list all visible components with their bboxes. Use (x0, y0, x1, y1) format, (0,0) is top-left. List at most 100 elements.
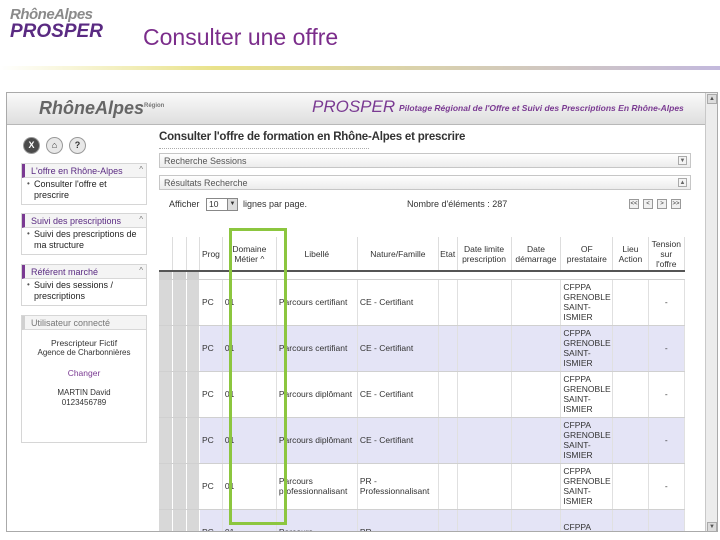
sidebar-title-user: Utilisateur connecté (22, 316, 146, 330)
col-prog[interactable]: Prog (199, 237, 223, 272)
user-role: Prescripteur Fictif (50, 338, 118, 348)
sidebar-item-suivi-sessions[interactable]: Suivi des sessions / prescriptions (22, 279, 146, 303)
row-selector[interactable] (159, 463, 173, 510)
help-button[interactable]: ? (69, 137, 86, 154)
sort-icon[interactable]: ^ (260, 254, 264, 264)
chevron-down-icon[interactable]: ▼ (678, 156, 687, 165)
row-selector[interactable] (159, 325, 173, 372)
chevron-up-icon[interactable]: ▲ (678, 178, 687, 187)
cell-etat (438, 279, 458, 326)
first-page-button[interactable]: << (629, 199, 639, 209)
next-page-button[interactable]: > (657, 199, 667, 209)
col-lieu[interactable]: Lieu Action (612, 237, 649, 272)
cell-nature: CE - Certifiant (357, 417, 439, 464)
table-row[interactable]: PC 01 Parcours PR CFPPA GRENOBLE (159, 509, 686, 531)
row-selector[interactable] (186, 371, 200, 418)
change-user-link[interactable]: Changer (22, 368, 146, 378)
col-tension[interactable]: Tension sur l'offre (648, 237, 686, 272)
page-size-select[interactable]: 10 ▼ (206, 198, 238, 211)
col-domaine[interactable]: Domaine Métier ^ (222, 237, 277, 272)
col-select (186, 237, 200, 272)
table-row[interactable]: PC 01 Parcours diplômant CE - Certifiant… (159, 371, 686, 418)
cell-etat (438, 509, 458, 531)
row-selector[interactable] (186, 509, 200, 531)
cell-etat (438, 463, 458, 510)
slide-title: Consulter une offre (143, 24, 339, 50)
cell-tension: - (648, 279, 686, 326)
vertical-scrollbar[interactable]: ▲ ▼ (705, 93, 717, 531)
page-size-value: 10 (209, 199, 219, 209)
sidebar-item-consulter[interactable]: Consulter l'offre et prescrire (22, 178, 146, 202)
col-etat[interactable]: Etat (438, 237, 458, 272)
cell-libelle[interactable]: Parcours diplômant (276, 417, 358, 464)
home-button[interactable]: ⌂ (46, 137, 63, 154)
row-selector[interactable] (172, 509, 187, 531)
collapse-icon[interactable]: ^ (139, 266, 143, 275)
col-of[interactable]: OF prestataire (560, 237, 614, 272)
scroll-up-icon[interactable]: ▲ (707, 94, 717, 104)
cell-libelle[interactable]: Parcours certifiant (276, 279, 358, 326)
cell-domaine: 01 (222, 463, 277, 510)
row-selector[interactable] (186, 325, 200, 372)
last-page-button[interactable]: >> (671, 199, 681, 209)
cell-tension: - (648, 371, 686, 418)
cell-nature: PR - Professionnalisant (357, 463, 439, 510)
app-window: RhôneAlpesRégion PROSPER Pilotage Région… (6, 92, 718, 532)
row-selector[interactable] (172, 371, 187, 418)
row-selector[interactable] (159, 509, 173, 531)
header-divider (0, 66, 720, 70)
row-selector[interactable] (159, 279, 173, 326)
search-results-bar[interactable]: Résultats Recherche ▲ (159, 175, 691, 190)
user-phone: 0123456789 (61, 398, 107, 407)
cell-libelle[interactable]: Parcours certifiant (276, 325, 358, 372)
cell-domaine: 01 (222, 509, 277, 531)
table-row[interactable]: PC 01 Parcours certifiant CE - Certifian… (159, 325, 686, 372)
user-agency: Agence de Charbonnières (37, 348, 131, 357)
table-row[interactable]: PC 01 Parcours diplômant CE - Certifiant… (159, 417, 686, 464)
sidebar-title-referent-label: Référent marché (31, 267, 99, 277)
row-selector[interactable] (172, 279, 187, 326)
cell-date-demarrage (511, 463, 562, 510)
row-selector[interactable] (172, 325, 187, 372)
cell-date-demarrage (511, 417, 562, 464)
row-selector[interactable] (186, 279, 200, 326)
collapse-icon[interactable]: ^ (139, 215, 143, 224)
show-label: Afficher (169, 199, 200, 209)
cell-libelle[interactable]: Parcours diplômant (276, 371, 358, 418)
sidebar-title-offre[interactable]: L'offre en Rhône-Alpes ^ (22, 164, 146, 178)
table-row[interactable]: PC 01 Parcours certifiant CE - Certifian… (159, 279, 686, 326)
close-button[interactable]: X (23, 137, 40, 154)
search-results-label: Résultats Recherche (164, 178, 248, 188)
col-date-limite[interactable]: Date limite prescription (457, 237, 512, 272)
search-sessions-bar[interactable]: Recherche Sessions ▼ (159, 153, 691, 168)
sidebar-item-suivi-structure[interactable]: Suivi des prescriptions de ma structure (22, 228, 146, 252)
slide-logo-product: PROSPER (10, 21, 103, 42)
col-date-demarrage[interactable]: Date démarrage (511, 237, 562, 272)
sidebar-title-referent[interactable]: Référent marché ^ (22, 265, 146, 279)
collapse-icon[interactable]: ^ (139, 165, 143, 174)
cell-libelle[interactable]: Parcours professionnalisant (276, 463, 358, 510)
col-libelle[interactable]: Libellé (276, 237, 358, 272)
cell-libelle[interactable]: Parcours (276, 509, 358, 531)
cell-date-demarrage (511, 371, 562, 418)
title-underline (159, 144, 369, 149)
col-nature[interactable]: Nature/Famille (357, 237, 439, 272)
cell-tension: - (648, 463, 686, 510)
sidebar-title-suivi[interactable]: Suivi des prescriptions ^ (22, 214, 146, 228)
row-selector[interactable] (172, 463, 187, 510)
prev-page-button[interactable]: < (643, 199, 653, 209)
cell-date-demarrage (511, 325, 562, 372)
table-row[interactable]: PC 01 Parcours professionnalisant PR - P… (159, 463, 686, 510)
sidebar-panel-offre: L'offre en Rhône-Alpes ^ Consulter l'offr… (21, 163, 147, 205)
cell-date-limite (457, 279, 512, 326)
row-selector[interactable] (186, 463, 200, 510)
dropdown-arrow-icon[interactable]: ▼ (227, 199, 237, 210)
cell-etat (438, 417, 458, 464)
scroll-down-icon[interactable]: ▼ (707, 522, 717, 531)
sidebar-title-offre-label: L'offre en Rhône-Alpes (31, 166, 123, 176)
row-selector[interactable] (172, 417, 187, 464)
cell-date-limite (457, 509, 512, 531)
row-selector[interactable] (159, 371, 173, 418)
row-selector[interactable] (186, 417, 200, 464)
row-selector[interactable] (159, 417, 173, 464)
